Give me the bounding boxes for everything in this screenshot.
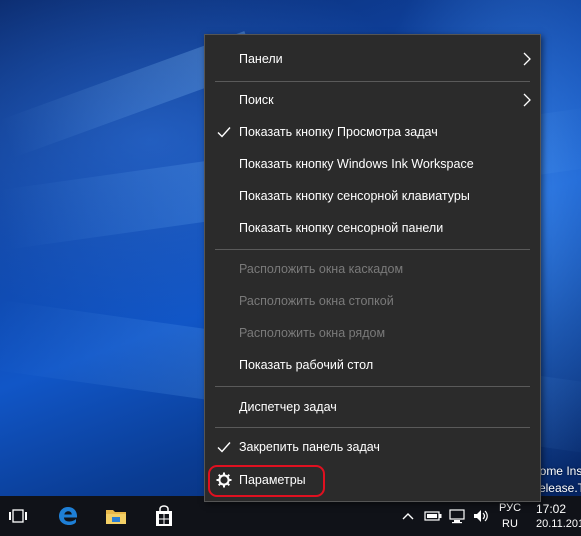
clock[interactable]: 17:02 20.11.201 bbox=[530, 496, 581, 536]
menu-item-label: Показать рабочий стол bbox=[239, 358, 374, 372]
battery-icon bbox=[424, 511, 442, 521]
volume-tray-button[interactable] bbox=[470, 496, 492, 536]
menu-item-show-ink-workspace[interactable]: Показать кнопку Windows Ink Workspace bbox=[205, 150, 540, 178]
menu-item-lock-taskbar[interactable]: Закрепить панель задач bbox=[205, 433, 540, 461]
store-icon bbox=[156, 505, 172, 526]
battery-tray-button[interactable] bbox=[422, 496, 444, 536]
clock-date: 20.11.201 bbox=[536, 518, 581, 530]
desktop-watermark-line1: ome Insi bbox=[539, 464, 581, 478]
menu-item-label: Поиск bbox=[239, 93, 274, 107]
language-indicator[interactable]: РУС RU bbox=[497, 496, 525, 536]
menu-item-show-task-view[interactable]: Показать кнопку Просмотра задач bbox=[205, 118, 540, 146]
menu-item-label: Диспетчер задач bbox=[239, 400, 337, 414]
menu-item-label: Показать кнопку сенсорной панели bbox=[239, 221, 444, 235]
menu-separator bbox=[215, 427, 530, 428]
show-hidden-icons-button[interactable] bbox=[398, 496, 418, 536]
menu-item-cascade-windows: Расположить окна каскадом bbox=[205, 255, 540, 283]
file-explorer-icon bbox=[106, 510, 126, 524]
clock-time: 17:02 bbox=[536, 502, 567, 516]
volume-icon bbox=[474, 510, 488, 522]
network-tray-button[interactable] bbox=[446, 496, 468, 536]
taskbar-context-menu: Панели Поиск Показать кнопку Просмотра з… bbox=[204, 34, 541, 502]
network-icon bbox=[449, 509, 465, 524]
menu-item-show-touchpad[interactable]: Показать кнопку сенсорной панели bbox=[205, 214, 540, 242]
menu-item-show-desktop[interactable]: Показать рабочий стол bbox=[205, 351, 540, 379]
edge-button[interactable] bbox=[48, 496, 88, 536]
menu-item-label: Показать кнопку Просмотра задач bbox=[239, 125, 438, 139]
language-code: РУС bbox=[499, 502, 522, 514]
menu-item-label: Показать кнопку Windows Ink Workspace bbox=[239, 157, 474, 171]
file-explorer-button[interactable] bbox=[96, 496, 136, 536]
chevron-right-icon bbox=[523, 93, 531, 107]
store-button[interactable] bbox=[144, 496, 184, 536]
menu-item-label: Закрепить панель задач bbox=[239, 440, 380, 454]
menu-item-label: Расположить окна стопкой bbox=[239, 294, 394, 308]
menu-item-toolbars[interactable]: Панели bbox=[205, 45, 540, 73]
menu-item-label: Показать кнопку сенсорной клавиатуры bbox=[239, 189, 470, 203]
settings-highlight-annotation bbox=[208, 465, 325, 497]
menu-separator bbox=[215, 249, 530, 250]
menu-item-show-touch-keyboard[interactable]: Показать кнопку сенсорной клавиатуры bbox=[205, 182, 540, 210]
checkmark-icon bbox=[217, 442, 231, 453]
chevron-up-icon bbox=[402, 513, 414, 520]
taskbar: РУС RU 17:02 20.11.201 bbox=[0, 496, 581, 536]
menu-item-task-manager[interactable]: Диспетчер задач bbox=[205, 393, 540, 421]
menu-item-label: Расположить окна каскадом bbox=[239, 262, 404, 276]
menu-separator bbox=[215, 81, 530, 82]
menu-item-label: Расположить окна рядом bbox=[239, 326, 386, 340]
edge-icon bbox=[59, 507, 78, 525]
menu-item-side-by-side-windows: Расположить окна рядом bbox=[205, 319, 540, 347]
keyboard-layout-code: RU bbox=[502, 518, 518, 530]
menu-item-label: Панели bbox=[239, 52, 283, 66]
menu-item-stack-windows: Расположить окна стопкой bbox=[205, 287, 540, 315]
task-view-button[interactable] bbox=[0, 496, 36, 536]
checkmark-icon bbox=[217, 127, 231, 138]
menu-item-search[interactable]: Поиск bbox=[205, 86, 540, 114]
chevron-right-icon bbox=[523, 52, 531, 66]
menu-separator bbox=[215, 386, 530, 387]
desktop-watermark-line2: release.T bbox=[534, 481, 581, 495]
task-view-icon bbox=[9, 509, 27, 523]
